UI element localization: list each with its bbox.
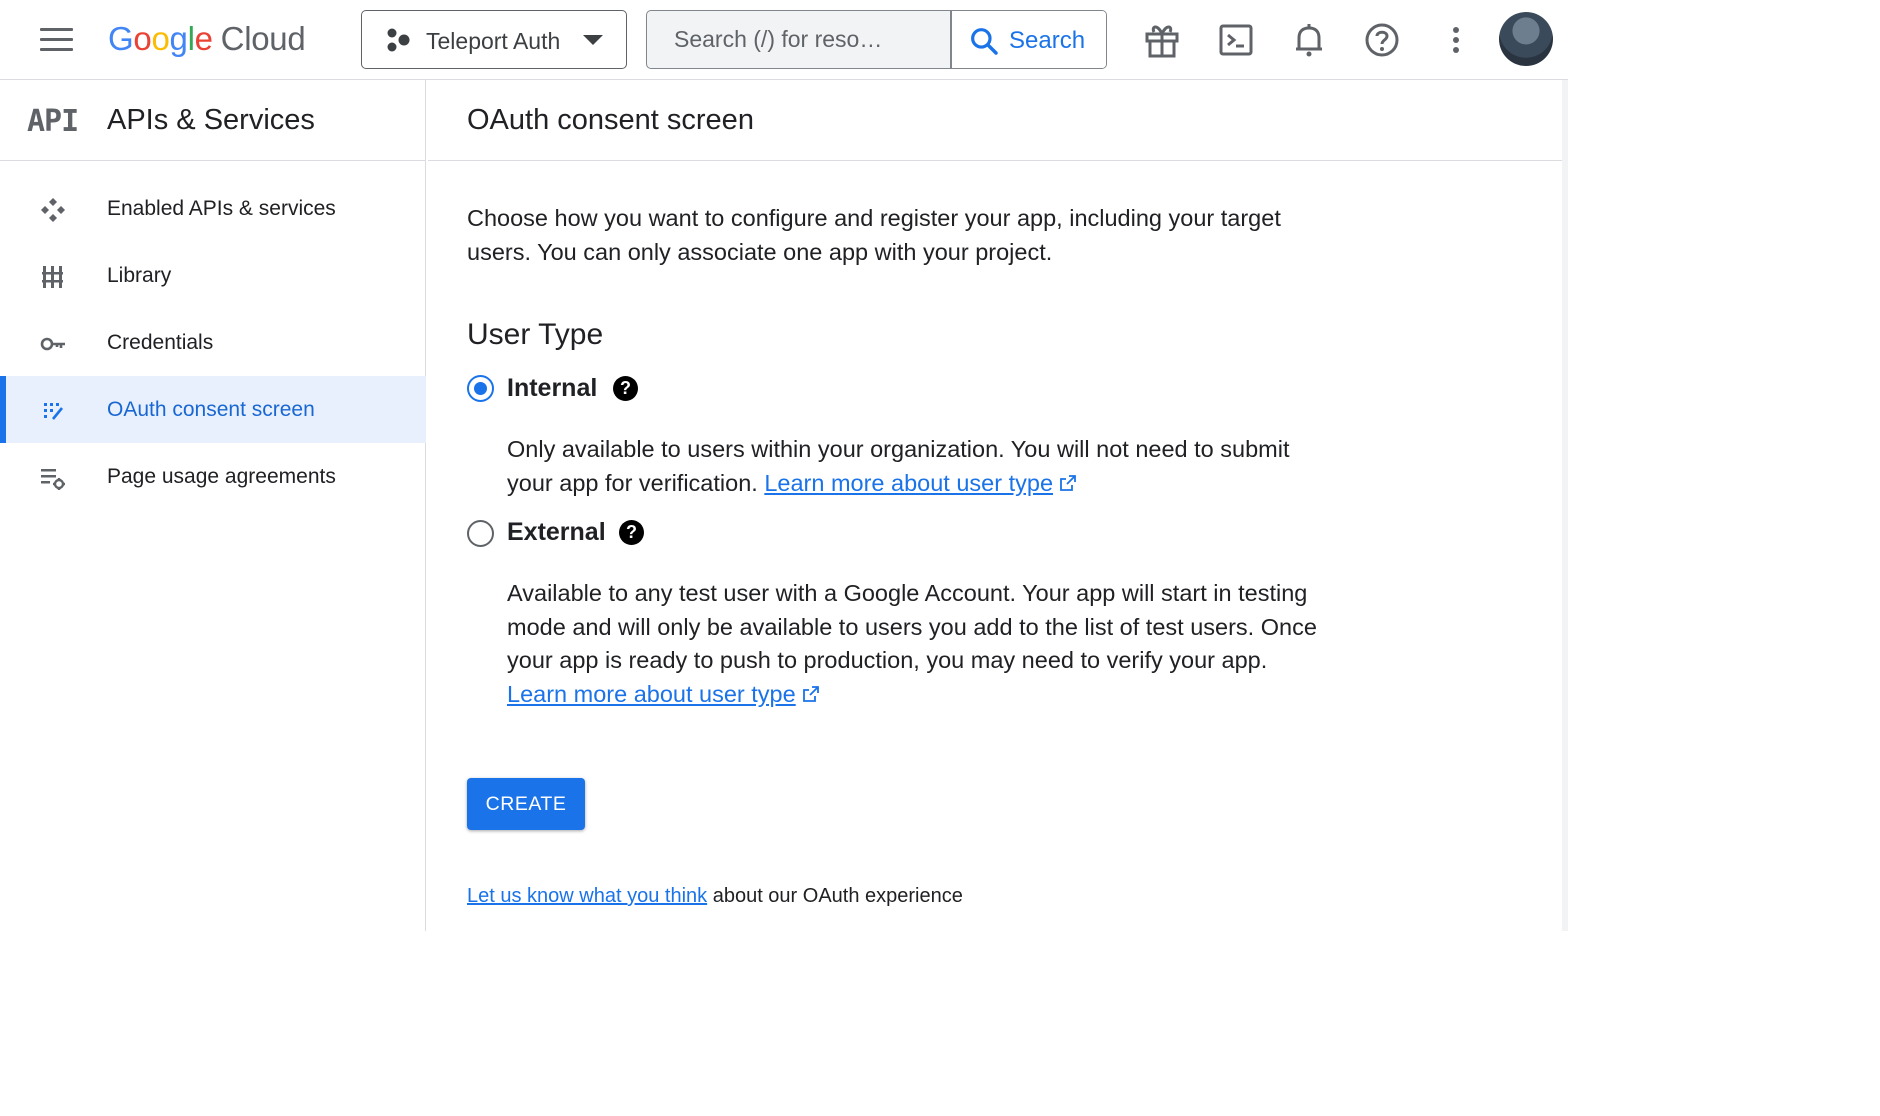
- external-description-text: Available to any test user with a Google…: [507, 580, 1317, 673]
- menu-icon[interactable]: [40, 28, 73, 52]
- search-input[interactable]: [647, 11, 951, 68]
- avatar[interactable]: [1499, 12, 1553, 66]
- radio-label-internal[interactable]: Internal: [507, 374, 597, 403]
- search-icon: [971, 28, 998, 55]
- external-link-icon: [802, 685, 819, 702]
- intro-text: Choose how you want to configure and reg…: [467, 205, 1281, 265]
- help-icon[interactable]: ?: [613, 376, 638, 401]
- help-icon[interactable]: ?: [619, 520, 644, 545]
- radio-external[interactable]: [467, 520, 494, 547]
- create-button[interactable]: CREATE: [467, 778, 585, 830]
- sidebar-header: API APIs & Services: [0, 80, 426, 161]
- sidebar-item-credentials[interactable]: Credentials: [0, 309, 426, 376]
- sidebar-item-label: Enabled APIs & services: [107, 197, 336, 220]
- sidebar-item-label: Library: [107, 264, 172, 287]
- external-description: Available to any test user with a Google…: [507, 577, 1327, 711]
- top-bar: Google Cloud Teleport Auth Search: [0, 0, 1568, 80]
- page-title: OAuth consent screen: [467, 104, 754, 136]
- help-icon[interactable]: [1362, 20, 1402, 60]
- project-selector[interactable]: Teleport Auth: [361, 10, 627, 69]
- main-header: OAuth consent screen: [428, 80, 1562, 161]
- library-icon: [42, 266, 63, 288]
- google-cloud-logo[interactable]: Google Cloud: [108, 20, 306, 58]
- feedback-text: about our OAuth experience: [707, 885, 963, 907]
- enabled-apis-icon: [41, 198, 65, 222]
- chevron-down-icon: [583, 35, 603, 45]
- user-type-heading: User Type: [467, 318, 604, 351]
- sidebar-item-library[interactable]: Library: [0, 242, 426, 309]
- internal-description: Only available to users within your orga…: [507, 433, 1327, 500]
- project-dots-icon: [387, 28, 410, 52]
- feedback-line: Let us know what you think about our OAu…: [467, 885, 963, 908]
- oauth-icon: [44, 403, 64, 420]
- search-button-label: Search: [1009, 27, 1086, 54]
- search-bar: Search: [646, 10, 1107, 69]
- external-link-icon: [1060, 474, 1076, 491]
- learn-more-link[interactable]: Learn more about user type: [507, 681, 796, 707]
- feedback-link[interactable]: Let us know what you think: [467, 885, 707, 907]
- project-name: Teleport Auth: [426, 28, 561, 54]
- key-icon: [40, 337, 65, 351]
- sidebar-item-label: Credentials: [107, 331, 214, 354]
- api-logo-icon: API: [27, 104, 79, 139]
- sidebar-item-label: Page usage agreements: [107, 465, 336, 488]
- learn-more-link[interactable]: Learn more about user type: [764, 470, 1053, 496]
- bell-icon[interactable]: [1289, 20, 1329, 60]
- radio-internal[interactable]: [467, 375, 494, 402]
- sidebar-item-enabled-apis[interactable]: Enabled APIs & services: [0, 175, 426, 242]
- sidebar-item-oauth-consent-screen[interactable]: OAuth consent screen: [0, 376, 426, 443]
- search-button[interactable]: Search: [952, 11, 1106, 68]
- scrollbar[interactable]: [1562, 80, 1568, 931]
- gift-icon[interactable]: [1142, 20, 1182, 60]
- agreements-icon: [41, 469, 65, 490]
- sidebar-item-page-usage-agreements[interactable]: Page usage agreements: [0, 443, 426, 510]
- terminal-icon[interactable]: [1216, 20, 1256, 60]
- sidebar-item-label: OAuth consent screen: [107, 398, 315, 421]
- sidebar: API APIs & Services Enabled APIs & servi…: [0, 80, 426, 931]
- sidebar-title: APIs & Services: [107, 104, 315, 136]
- radio-label-external[interactable]: External: [507, 518, 606, 547]
- more-vert-icon[interactable]: [1436, 20, 1476, 60]
